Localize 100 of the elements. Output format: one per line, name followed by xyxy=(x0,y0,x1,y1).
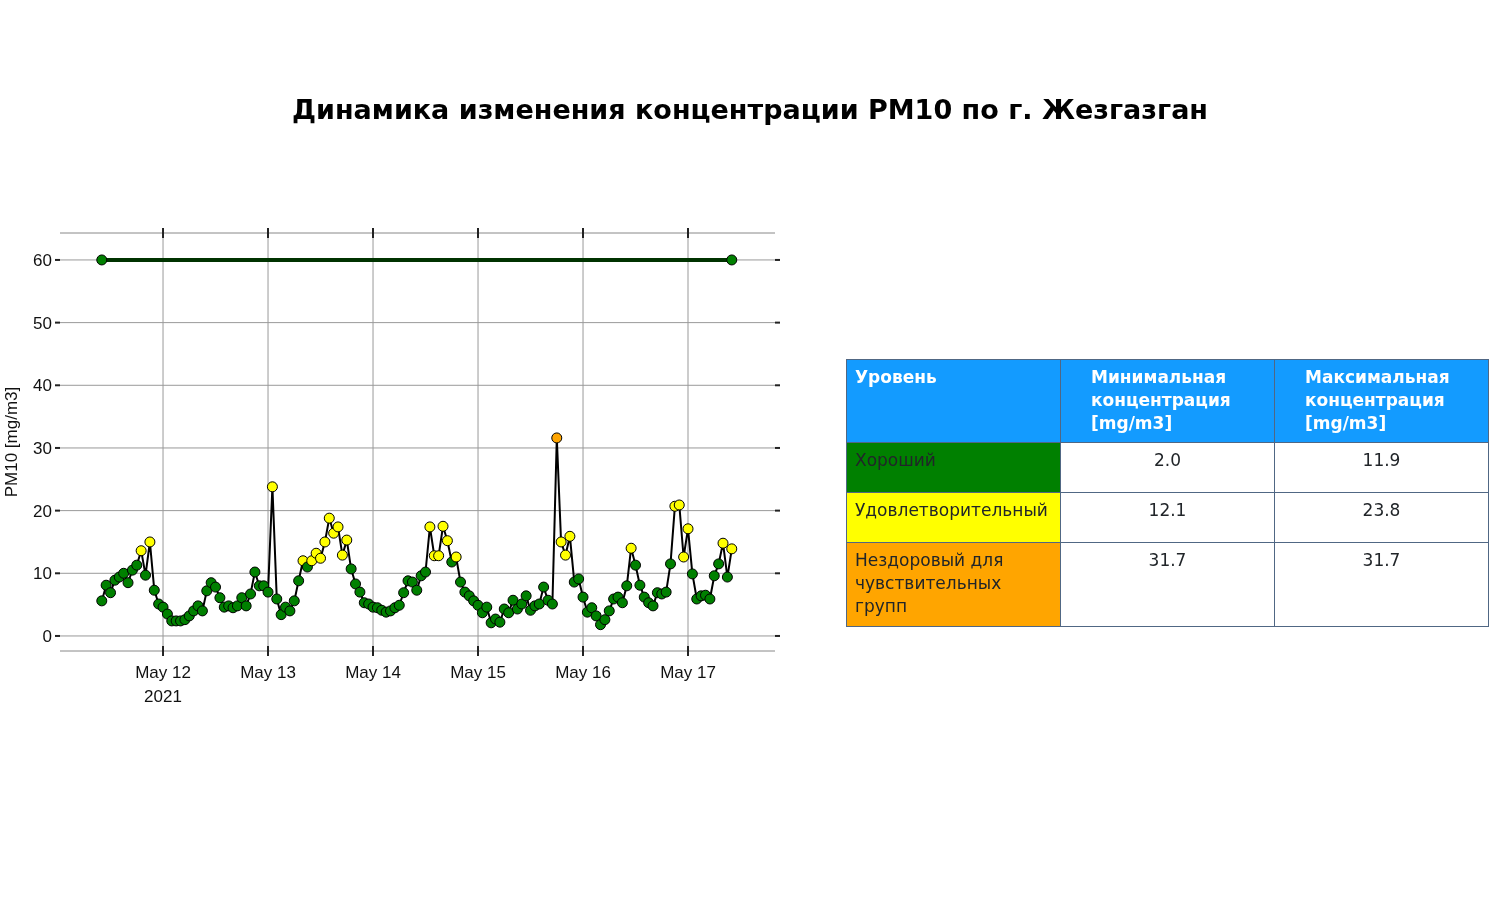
data-point xyxy=(660,586,672,598)
data-point xyxy=(682,523,694,535)
data-point xyxy=(647,600,659,612)
x-tick-label: May 12 xyxy=(135,663,191,682)
data-point xyxy=(319,536,331,548)
x-tick-label: May 14 xyxy=(345,663,401,682)
data-point xyxy=(96,254,108,266)
y-tick xyxy=(774,572,781,575)
data-point xyxy=(516,598,528,610)
table-cell: 31.7 xyxy=(1060,542,1275,627)
x-tick xyxy=(687,227,689,239)
y-tick xyxy=(774,634,781,637)
x-tick xyxy=(267,227,270,239)
data-point xyxy=(520,590,532,602)
data-point xyxy=(726,254,738,266)
y-tick xyxy=(774,509,781,512)
level-cell: Удовлетворительный xyxy=(846,492,1061,543)
y-tick xyxy=(54,634,61,637)
y-tick xyxy=(54,572,61,575)
y-tick xyxy=(54,509,61,512)
data-point xyxy=(686,568,698,580)
data-point xyxy=(424,521,436,533)
column-header: Минимальная концентрация [mg/m3] xyxy=(1060,359,1275,443)
data-point xyxy=(135,545,147,557)
data-point xyxy=(551,432,563,444)
data-point xyxy=(284,605,296,617)
x-tick xyxy=(372,227,374,239)
y-tick-label: 0 xyxy=(42,626,52,646)
data-point xyxy=(336,549,348,561)
y-tick-label: 10 xyxy=(33,564,52,584)
data-point xyxy=(131,559,143,571)
x-tick xyxy=(162,645,165,657)
data-point xyxy=(210,581,222,593)
y-tick-label: 60 xyxy=(33,250,52,270)
data-point xyxy=(262,586,274,598)
column-header: Уровень xyxy=(846,359,1061,443)
data-point xyxy=(315,552,326,564)
data-point xyxy=(625,542,637,554)
data-point xyxy=(433,550,445,562)
data-point xyxy=(634,579,646,591)
y-tick-label: 40 xyxy=(33,376,52,396)
x-tick-label: May 17 xyxy=(660,663,716,682)
data-point xyxy=(96,595,108,607)
data-point xyxy=(673,499,685,511)
data-point xyxy=(214,592,226,604)
data-point xyxy=(599,614,611,626)
data-point xyxy=(546,598,558,610)
table-cell: 23.8 xyxy=(1274,492,1489,543)
data-point xyxy=(665,558,676,570)
data-point xyxy=(144,536,156,548)
y-axis-label: PM10 [mg/m3] xyxy=(2,386,21,498)
data-point xyxy=(245,588,257,600)
data-point xyxy=(450,551,462,563)
data-point xyxy=(441,535,453,547)
x-tick-label: 2021 xyxy=(144,687,182,706)
y-tick-label: 20 xyxy=(33,501,52,521)
data-point xyxy=(507,594,519,606)
data-point xyxy=(266,481,278,493)
table-cell: 12.1 xyxy=(1060,492,1275,543)
data-point xyxy=(573,573,585,585)
x-tick xyxy=(582,645,584,657)
data-point xyxy=(118,567,130,579)
y-tick xyxy=(774,258,781,261)
data-point xyxy=(455,576,466,588)
data-point xyxy=(393,599,405,611)
data-point xyxy=(503,607,515,619)
data-point xyxy=(717,537,729,549)
data-point xyxy=(630,559,641,571)
data-point xyxy=(341,534,353,546)
column-header: Максимальная концентрация [mg/m3] xyxy=(1274,359,1489,443)
data-point xyxy=(586,602,598,614)
data-point xyxy=(616,597,628,609)
data-point xyxy=(590,610,602,622)
data-point xyxy=(494,616,506,628)
data-point xyxy=(406,576,418,588)
x-tick xyxy=(477,645,479,657)
x-tick-label: May 16 xyxy=(555,663,611,682)
data-point xyxy=(288,595,300,607)
data-point xyxy=(533,598,545,610)
data-point xyxy=(332,521,344,533)
data-point xyxy=(105,587,117,599)
data-point xyxy=(621,580,633,592)
y-tick xyxy=(774,384,781,387)
data-point xyxy=(555,536,567,548)
data-point xyxy=(704,593,716,605)
data-point xyxy=(350,578,361,590)
data-point xyxy=(293,575,305,587)
data-point xyxy=(708,570,720,582)
data-point xyxy=(603,605,615,617)
data-point xyxy=(678,551,690,563)
table-cell: 11.9 xyxy=(1274,442,1489,493)
y-tick xyxy=(774,446,781,449)
y-tick xyxy=(54,446,61,449)
level-cell: Хороший xyxy=(846,442,1061,493)
y-tick xyxy=(774,321,781,324)
x-tick xyxy=(582,227,584,239)
data-point xyxy=(398,587,410,599)
y-tick xyxy=(54,258,61,261)
data-point xyxy=(354,586,366,598)
data-point xyxy=(236,592,248,604)
